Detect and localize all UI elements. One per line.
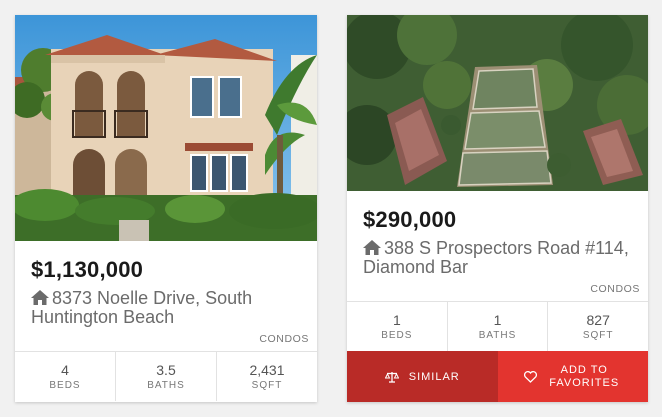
listing-address-text: 388 S Prospectors Road #114, Diamond Bar	[363, 238, 629, 277]
listing-card[interactable]: $1,130,000 8373 Noelle Drive, South Hunt…	[15, 15, 317, 402]
stat-value: 3.5	[156, 362, 176, 378]
listing-photo[interactable]	[15, 15, 317, 241]
stat-sqft: 827 SQFT	[548, 302, 648, 351]
add-to-favorites-button[interactable]: ADD TO FAVORITES	[497, 351, 648, 402]
stat-beds: 4 BEDS	[15, 352, 116, 401]
stat-beds: 1 BEDS	[347, 302, 448, 351]
aerial-photo	[347, 15, 648, 191]
stat-sqft: 2,431 SQFT	[217, 352, 317, 401]
similar-button-label: SIMILAR	[408, 370, 460, 383]
listing-card[interactable]: $290,000 388 S Prospectors Road #114, Di…	[347, 15, 648, 402]
stat-label: SQFT	[251, 380, 283, 391]
listing-actions: SIMILAR ADD TO FAVORITES	[347, 351, 648, 402]
house-photo	[15, 15, 317, 241]
property-type: CONDOS	[259, 333, 309, 345]
listing-price: $290,000	[363, 207, 457, 232]
stat-label: BATHS	[147, 380, 185, 391]
similar-button[interactable]: SIMILAR	[347, 351, 498, 402]
stat-label: SQFT	[582, 330, 614, 341]
listing-address[interactable]: 8373 Noelle Drive, South Huntington Beac…	[31, 289, 305, 327]
stat-baths: 1 BATHS	[448, 302, 549, 351]
listing-stats: 4 BEDS 3.5 BATHS 2,431 SQFT	[15, 351, 317, 401]
listing-photo[interactable]	[347, 15, 648, 191]
stat-value: 1	[392, 312, 401, 328]
property-type: CONDOS	[590, 283, 640, 295]
balance-scale-icon	[384, 371, 399, 383]
home-icon	[363, 240, 381, 255]
add-to-favorites-label: ADD TO FAVORITES	[549, 363, 620, 389]
listing-stats: 1 BEDS 1 BATHS 827 SQFT	[347, 301, 648, 351]
stat-label: BEDS	[381, 330, 413, 341]
listing-address-text: 8373 Noelle Drive, South Huntington Beac…	[31, 288, 253, 327]
heart-icon	[524, 370, 538, 383]
listing-address[interactable]: 388 S Prospectors Road #114, Diamond Bar	[363, 239, 636, 277]
stat-label: BEDS	[49, 380, 81, 391]
stat-baths: 3.5 BATHS	[116, 352, 217, 401]
stat-value: 1	[493, 312, 502, 328]
home-icon	[31, 290, 49, 305]
listing-price: $1,130,000	[31, 257, 144, 282]
stat-value: 4	[61, 362, 69, 378]
stat-label: BATHS	[478, 330, 517, 341]
stat-value: 2,431	[249, 362, 285, 378]
stat-value: 827	[586, 312, 610, 328]
